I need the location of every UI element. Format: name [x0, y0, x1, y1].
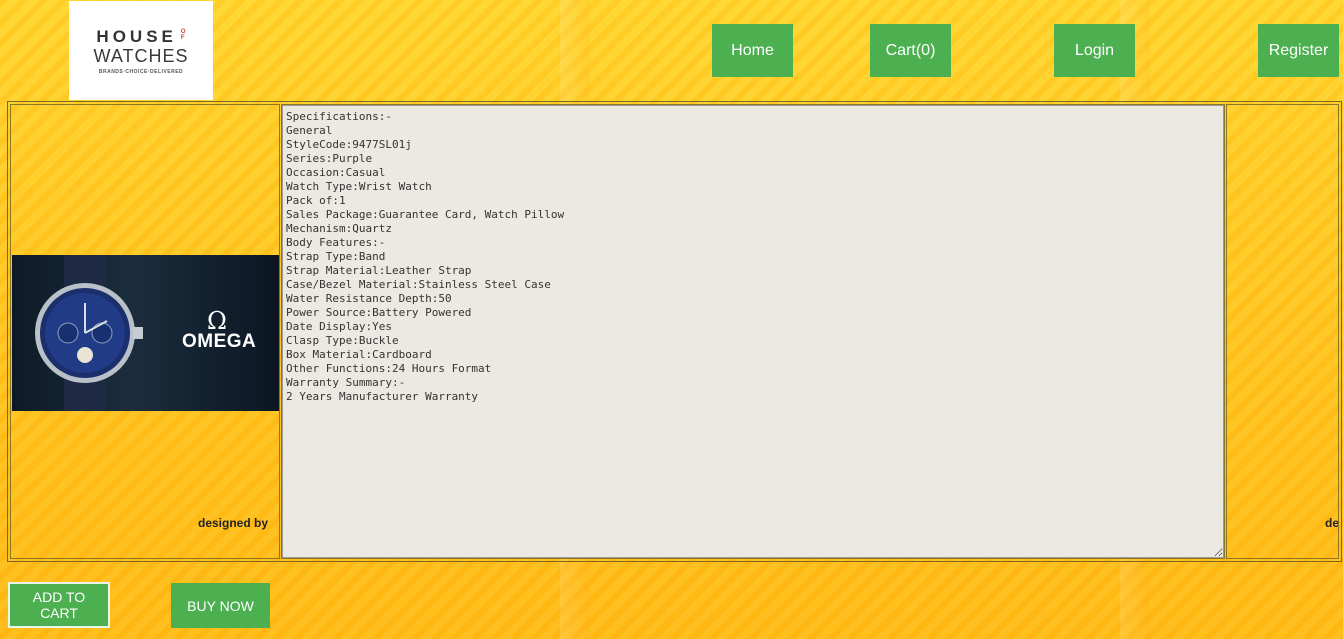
register-button[interactable]: Register [1258, 24, 1339, 77]
product-image[interactable]: Ω OMEGA [12, 255, 279, 411]
add-to-cart-button[interactable]: ADD TO CART [8, 582, 110, 628]
specifications-cell: Specifications:- General StyleCode:9477S… [281, 104, 1225, 559]
logo-house-text: HOUSE [96, 26, 177, 46]
site-logo[interactable]: HOUSE O F WATCHES BRANDS·CHOICE·DELIVERE… [69, 1, 213, 100]
specifications-textarea[interactable]: Specifications:- General StyleCode:9477S… [282, 105, 1224, 558]
secondary-image-cell: des [1226, 104, 1339, 559]
buy-now-button[interactable]: BUY NOW [171, 583, 270, 628]
cart-button[interactable]: Cart(0) [870, 24, 951, 77]
product-image-cell: Ω OMEGA designed by [10, 104, 280, 559]
omega-logo-text: OMEGA [182, 331, 257, 352]
login-button[interactable]: Login [1054, 24, 1135, 77]
home-button[interactable]: Home [712, 24, 793, 77]
logo-of-f: F [180, 34, 185, 41]
product-table: Ω OMEGA designed by Specifications:- Gen… [7, 101, 1342, 562]
designed-by-label-partial: des [1325, 516, 1339, 530]
logo-tagline: BRANDS·CHOICE·DELIVERED [98, 68, 184, 75]
logo-watches-text: WATCHES [93, 45, 189, 66]
designed-by-label: designed by [198, 516, 269, 530]
